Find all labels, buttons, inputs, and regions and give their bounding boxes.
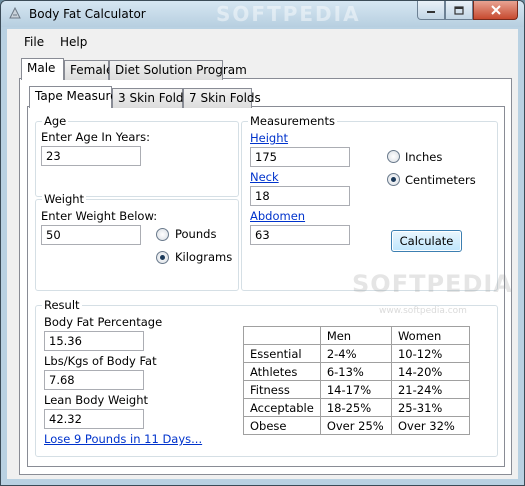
kilograms-label: Kilograms [175, 250, 233, 264]
tab-diet-solution[interactable]: Diet Solution Program [109, 60, 247, 80]
inches-radio[interactable] [387, 150, 400, 163]
lean-body-weight-label: Lean Body Weight [44, 393, 149, 407]
age-input[interactable]: 23 [41, 146, 141, 166]
table-row: Fitness 14-17% 21-24% [243, 380, 471, 399]
tab-male[interactable]: Male [21, 58, 64, 80]
table-cell: 10-12% [390, 344, 471, 363]
app-window: Body Fat Calculator SOFTPEDIA File Help … [0, 0, 525, 486]
inches-label: Inches [405, 150, 443, 164]
age-group-title: Age [42, 114, 69, 128]
promo-link[interactable]: Lose 9 Pounds in 11 Days... [44, 432, 202, 446]
table-header-cell [243, 326, 321, 345]
outer-tab-control: Male Female Diet Solution Program Tape M… [7, 57, 518, 479]
table-cell: Over 25% [319, 416, 392, 435]
table-cell: Athletes [243, 362, 321, 381]
title-bar[interactable]: Body Fat Calculator SOFTPEDIA [1, 1, 524, 27]
fat-mass-label: Lbs/Kgs of Body Fat [44, 354, 157, 368]
table-row: Obese Over 25% Over 32% [243, 416, 471, 435]
centimeters-radio[interactable] [387, 173, 400, 186]
body-fat-percentage-label: Body Fat Percentage [44, 315, 163, 329]
close-button[interactable] [473, 1, 518, 20]
fat-mass-output[interactable]: 7.68 [44, 370, 144, 390]
abdomen-input[interactable]: 63 [250, 225, 350, 245]
height-link[interactable]: Height [250, 131, 288, 145]
kilograms-radio[interactable] [156, 251, 169, 264]
weight-prompt: Enter Weight Below: [41, 209, 158, 223]
table-cell: Over 32% [390, 416, 471, 435]
table-cell: 6-13% [319, 362, 392, 381]
close-icon [490, 5, 501, 15]
table-cell: 18-25% [319, 398, 392, 417]
measurements-group-title: Measurements [248, 114, 337, 128]
abdomen-link[interactable]: Abdomen [250, 209, 305, 223]
weight-input[interactable]: 50 [41, 225, 141, 245]
body-fat-reference-table: Men Women Essential 2-4% 10-12% Athletes 6-13%… [243, 326, 471, 435]
table-cell: Obese [243, 416, 321, 435]
table-row: Essential 2-4% 10-12% [243, 344, 471, 363]
table-row: Athletes 6-13% 14-20% [243, 362, 471, 381]
table-header-cell: Men [319, 326, 392, 345]
table-row: Acceptable 18-25% 25-31% [243, 398, 471, 417]
table-cell: Acceptable [243, 398, 321, 417]
maximize-icon [454, 5, 464, 15]
pounds-radio[interactable] [156, 228, 169, 241]
neck-link[interactable]: Neck [250, 170, 279, 184]
table-cell: 25-31% [390, 398, 471, 417]
table-header-row: Men Women [243, 326, 471, 345]
height-input[interactable]: 175 [250, 147, 350, 167]
tab-tape-measure[interactable]: Tape Measure [29, 86, 118, 108]
tab-3-skin-folds[interactable]: 3 Skin Folds [112, 88, 190, 108]
neck-input[interactable]: 18 [250, 186, 350, 206]
maximize-button[interactable] [445, 1, 473, 20]
tab-7-skin-folds[interactable]: 7 Skin Folds [183, 88, 261, 108]
table-cell: 14-17% [319, 380, 392, 399]
tab-female[interactable]: Female [64, 60, 113, 80]
calculate-button[interactable]: Calculate [391, 230, 462, 252]
client-area: File Help Male Female Diet Solution Prog… [7, 29, 518, 479]
table-cell: 2-4% [319, 344, 392, 363]
table-cell: 21-24% [390, 380, 471, 399]
centimeters-label: Centimeters [405, 173, 476, 187]
age-prompt: Enter Age In Years: [41, 130, 150, 144]
window-title: Body Fat Calculator [29, 7, 146, 21]
table-cell: Essential [243, 344, 321, 363]
app-icon [9, 6, 21, 19]
minimize-button[interactable] [417, 1, 445, 20]
result-group-title: Result [42, 298, 82, 312]
pounds-label: Pounds [175, 227, 217, 241]
table-cell: 14-20% [390, 362, 471, 381]
lean-body-weight-output[interactable]: 42.32 [44, 409, 144, 429]
table-cell: Fitness [243, 380, 321, 399]
menu-bar: File Help [7, 29, 518, 55]
softpedia-watermark: SOFTPEDIA [352, 270, 513, 298]
watermark: SOFTPEDIA [216, 2, 361, 26]
table-header-cell: Women [390, 326, 471, 345]
minimize-icon [427, 11, 435, 13]
weight-group-title: Weight [42, 192, 87, 206]
menu-help[interactable]: Help [60, 35, 87, 49]
body-fat-percentage-output[interactable]: 15.36 [44, 331, 144, 351]
menu-file[interactable]: File [24, 35, 44, 49]
